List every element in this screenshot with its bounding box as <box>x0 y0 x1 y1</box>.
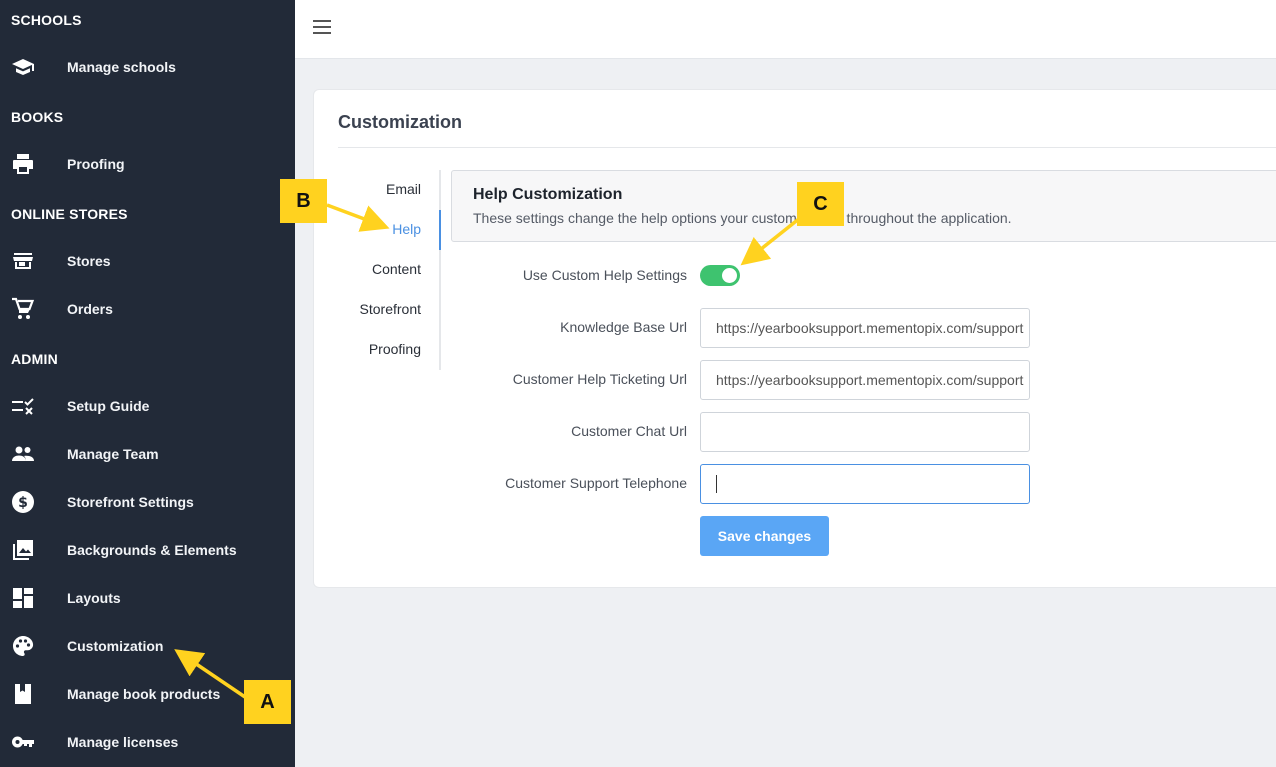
sidebar-item-label: Storefront Settings <box>67 494 194 510</box>
svg-text:$: $ <box>18 495 28 511</box>
book-icon <box>11 682 35 706</box>
sidebar-item-label: Manage Team <box>67 446 159 462</box>
sidebar-item-label: Orders <box>67 301 113 317</box>
tab-content[interactable]: Content <box>372 261 421 277</box>
sidebar-item-label: Layouts <box>67 590 121 606</box>
toggle-knob <box>722 268 737 283</box>
sidebar: SCHOOLS Manage schools BOOKS Proofing ON… <box>0 0 295 767</box>
sidebar-item-manage-schools[interactable]: Manage schools <box>0 47 295 87</box>
sidebar-item-proofing[interactable]: Proofing <box>0 144 295 184</box>
people-icon <box>11 442 35 466</box>
printer-icon <box>11 152 35 176</box>
sidebar-item-manage-team[interactable]: Manage Team <box>0 434 295 474</box>
text-caret <box>716 475 717 493</box>
section-heading-admin: ADMIN <box>11 351 58 367</box>
palette-icon <box>11 634 35 658</box>
sidebar-item-manage-licenses[interactable]: Manage licenses <box>0 722 295 762</box>
sidebar-item-backgrounds-elements[interactable]: Backgrounds & Elements <box>0 530 295 570</box>
sidebar-item-label: Backgrounds & Elements <box>67 542 237 558</box>
store-icon <box>11 249 35 273</box>
help-ticketing-url-input[interactable]: https://yearbooksupport.mementopix.com/s… <box>700 360 1030 400</box>
panel-title: Help Customization <box>473 186 623 203</box>
sidebar-item-layouts[interactable]: Layouts <box>0 578 295 618</box>
customization-card: Customization Email Help Content Storefr… <box>313 89 1276 588</box>
sidebar-item-label: Manage book products <box>67 686 221 702</box>
sidebar-item-label: Customization <box>67 638 164 654</box>
support-telephone-label: Customer Support Telephone <box>505 475 687 491</box>
cart-icon <box>11 297 35 321</box>
panel-subtitle: These settings change the help options y… <box>473 210 1012 226</box>
sidebar-item-orders[interactable]: Orders <box>0 289 295 329</box>
support-telephone-input[interactable] <box>700 464 1030 504</box>
top-bar <box>295 0 1276 59</box>
chat-url-label: Customer Chat Url <box>571 423 687 439</box>
callout-b: B <box>280 179 327 223</box>
chat-url-input[interactable] <box>700 412 1030 452</box>
tab-proofing[interactable]: Proofing <box>369 341 421 357</box>
tab-email[interactable]: Email <box>386 181 421 197</box>
hamburger-menu-icon[interactable] <box>312 18 332 36</box>
sidebar-item-label: Manage licenses <box>67 734 179 750</box>
dollar-circle-icon: $ <box>11 490 35 514</box>
graduation-cap-icon <box>11 55 35 79</box>
key-icon <box>11 730 35 754</box>
active-tab-indicator <box>439 210 441 250</box>
sidebar-item-label: Setup Guide <box>67 398 150 414</box>
sidebar-item-stores[interactable]: Stores <box>0 241 295 281</box>
section-heading-books: BOOKS <box>11 109 64 125</box>
callout-c: C <box>797 182 844 226</box>
knowledge-base-url-label: Knowledge Base Url <box>560 319 687 335</box>
dashboard-icon <box>11 586 35 610</box>
section-heading-schools: SCHOOLS <box>11 12 82 28</box>
divider <box>338 147 1276 148</box>
use-custom-help-label: Use Custom Help Settings <box>522 267 687 283</box>
checklist-icon <box>11 394 35 418</box>
sidebar-item-customization[interactable]: Customization <box>0 626 295 666</box>
tab-help[interactable]: Help <box>392 221 421 237</box>
section-heading-online-stores: ONLINE STORES <box>11 206 128 222</box>
page-title: Customization <box>338 112 462 132</box>
sidebar-item-label: Stores <box>67 253 111 269</box>
help-customization-header: Help Customization These settings change… <box>451 170 1276 242</box>
save-changes-button[interactable]: Save changes <box>700 516 829 556</box>
callout-a: A <box>244 680 291 724</box>
use-custom-help-toggle[interactable] <box>700 265 740 286</box>
sidebar-item-setup-guide[interactable]: Setup Guide <box>0 386 295 426</box>
sidebar-item-storefront-settings[interactable]: $ Storefront Settings <box>0 482 295 522</box>
help-ticketing-url-label: Customer Help Ticketing Url <box>512 371 687 387</box>
knowledge-base-url-input[interactable]: https://yearbooksupport.mementopix.com/s… <box>700 308 1030 348</box>
photo-library-icon <box>11 538 35 562</box>
settings-tabs: Email Help Content Storefront Proofing <box>314 170 441 370</box>
tab-storefront[interactable]: Storefront <box>360 301 421 317</box>
sidebar-item-label: Manage schools <box>67 59 176 75</box>
sidebar-item-label: Proofing <box>67 156 125 172</box>
